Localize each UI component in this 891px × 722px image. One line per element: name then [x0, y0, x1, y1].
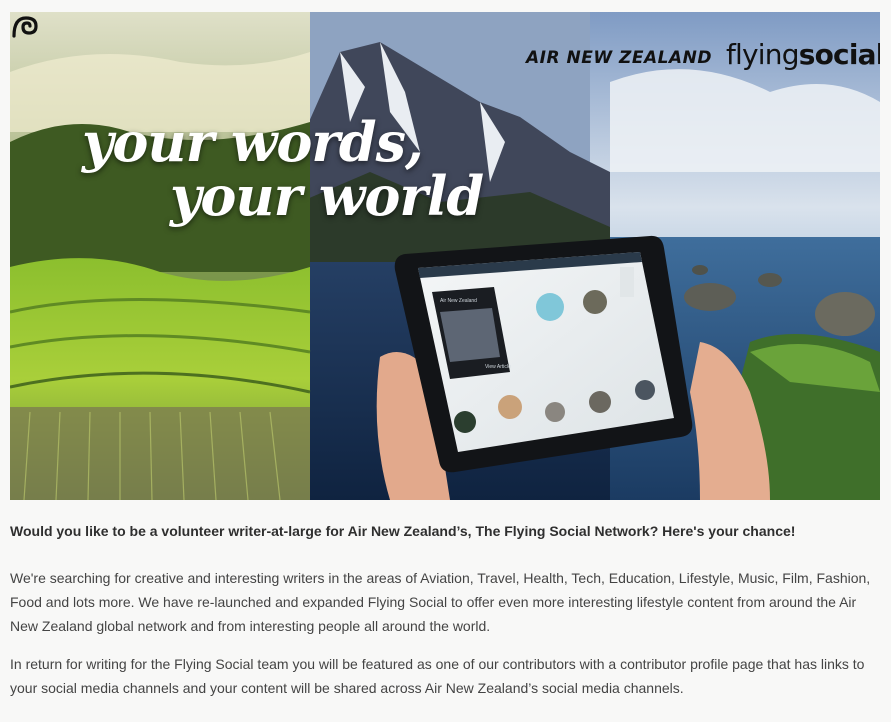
hero-banner: Air New Zealand View Article your words,… — [10, 12, 880, 500]
koru-icon — [12, 16, 38, 38]
article-paragraph-1: We're searching for creative and interes… — [10, 570, 871, 634]
hero-landscape-illustration: Air New Zealand View Article — [10, 12, 880, 500]
tablet-device: Air New Zealand View Article — [394, 235, 693, 473]
article-paragraph-2: In return for writing for the Flying Soc… — [10, 656, 865, 696]
air-new-zealand-logo: AIR NEW ZEALAND — [526, 48, 712, 68]
flying-social-logo: flyingsocial — [726, 38, 880, 71]
banner-headline-line2: your world — [170, 164, 484, 228]
tablet-cta-text: View Article — [485, 364, 511, 370]
article-lead: Would you like to be a volunteer writer-… — [10, 523, 796, 539]
flying-social-logo-part2: social — [798, 38, 880, 71]
flying-social-logo-part1: flying — [726, 38, 800, 71]
tablet-brand-text: Air New Zealand — [440, 298, 477, 304]
article-body: Would you like to be a volunteer writer-… — [10, 518, 882, 700]
